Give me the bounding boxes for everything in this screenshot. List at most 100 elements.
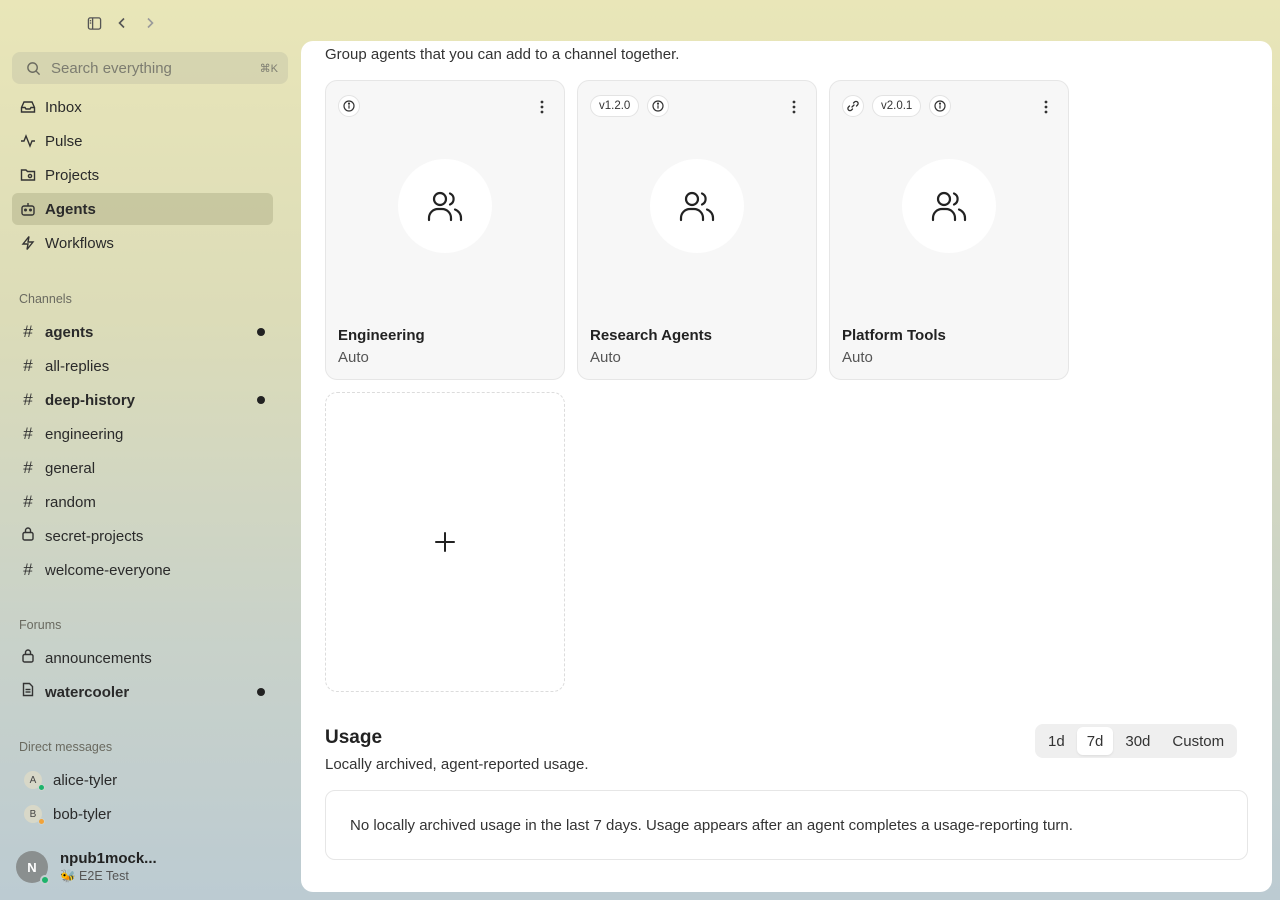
team-mode: Auto xyxy=(842,349,873,366)
current-user[interactable]: N npub1mock... 🐝 E2E Test xyxy=(16,850,157,885)
team-name: Platform Tools xyxy=(842,327,946,344)
inbox-icon xyxy=(20,99,36,115)
hash-icon: # xyxy=(23,492,33,511)
forum-item-watercooler[interactable]: watercooler xyxy=(12,675,273,709)
team-name: Engineering xyxy=(338,327,425,344)
channel-label: secret-projects xyxy=(45,527,144,545)
forum-label: announcements xyxy=(45,649,152,667)
card-badges xyxy=(338,95,360,117)
team-mode: Auto xyxy=(590,349,621,366)
channel-label: deep-history xyxy=(45,391,136,409)
more-vertical-icon[interactable] xyxy=(534,97,550,117)
nav-item-pulse[interactable]: Pulse xyxy=(12,125,273,157)
usage-empty-state: No locally archived usage in the last 7 … xyxy=(325,790,1248,860)
unread-dot xyxy=(257,328,265,336)
nav-item-inbox[interactable]: Inbox xyxy=(12,91,273,123)
bot-icon xyxy=(20,201,36,217)
usage-subtitle: Locally archived, agent-reported usage. xyxy=(325,756,589,773)
search-input[interactable]: Search everything ⌘K xyxy=(12,52,288,84)
dm-list: A alice-tyler B bob-tyler xyxy=(12,763,273,831)
more-vertical-icon[interactable] xyxy=(1038,97,1054,117)
channel-item-welcome-everyone[interactable]: # welcome-everyone xyxy=(12,553,273,587)
forum-item-announcements[interactable]: announcements xyxy=(12,641,273,675)
range-option-custom[interactable]: Custom xyxy=(1162,727,1234,755)
hash-icon: # xyxy=(23,560,33,579)
user-status: 🐝 E2E Test xyxy=(60,869,129,883)
range-option-30d[interactable]: 30d xyxy=(1115,727,1160,755)
usage-title: Usage xyxy=(325,727,383,748)
search-shortcut: ⌘K xyxy=(259,62,278,75)
info-icon[interactable] xyxy=(647,95,670,117)
dms-section-label: Direct messages xyxy=(19,740,113,754)
document-icon xyxy=(20,682,36,702)
card-badges: v1.2.0 xyxy=(590,95,670,117)
nav-item-agents[interactable]: Agents xyxy=(12,193,273,225)
forums-section-label: Forums xyxy=(19,618,62,632)
avatar-initial: N xyxy=(27,859,37,875)
forum-label: watercooler xyxy=(45,683,130,701)
team-card-platform-tools[interactable]: v2.0.1 Platform Tools Auto xyxy=(829,80,1069,380)
users-icon xyxy=(650,159,744,253)
hash-icon: # xyxy=(23,390,33,409)
hash-icon: # xyxy=(23,356,33,375)
team-name: Research Agents xyxy=(590,327,712,344)
search-placeholder: Search everything xyxy=(51,59,172,77)
range-option-7d[interactable]: 7d xyxy=(1076,727,1114,755)
channel-item-all-replies[interactable]: # all-replies xyxy=(12,349,273,383)
teams-description: Group agents that you can add to a chann… xyxy=(325,46,680,63)
lock-icon xyxy=(20,526,36,546)
online-status-dot xyxy=(40,875,50,885)
sidebar: Search everything ⌘K Inbox Pulse Project… xyxy=(0,0,300,900)
usage-range-selector: 1d 7d 30d Custom xyxy=(1035,724,1238,758)
online-status-dot xyxy=(38,784,45,791)
search-icon xyxy=(27,61,41,75)
channel-item-random[interactable]: # random xyxy=(12,485,273,519)
channel-label: general xyxy=(45,459,96,477)
users-icon xyxy=(902,159,996,253)
main-panel: Group agents that you can add to a chann… xyxy=(301,41,1272,892)
info-icon[interactable] xyxy=(338,95,360,117)
dm-label: bob-tyler xyxy=(53,805,112,823)
channel-item-deep-history[interactable]: # deep-history xyxy=(12,383,273,417)
dm-label: alice-tyler xyxy=(53,771,118,789)
channel-item-secret-projects[interactable]: secret-projects xyxy=(12,519,273,553)
dm-item-alice-tyler[interactable]: A alice-tyler xyxy=(12,763,273,797)
card-badges: v2.0.1 xyxy=(842,95,952,117)
more-vertical-icon[interactable] xyxy=(786,97,802,117)
dm-item-bob-tyler[interactable]: B bob-tyler xyxy=(12,797,273,831)
user-avatar: N xyxy=(16,851,50,885)
nav-item-label: Workflows xyxy=(45,234,114,252)
hash-icon: # xyxy=(23,424,33,443)
info-icon[interactable] xyxy=(929,95,952,117)
team-card-engineering[interactable]: Engineering Auto xyxy=(325,80,565,380)
usage-empty-message: No locally archived usage in the last 7 … xyxy=(350,816,1073,834)
nav-item-label: Agents xyxy=(45,200,96,218)
nav-item-label: Inbox xyxy=(45,98,82,116)
folder-icon xyxy=(20,167,36,183)
lock-icon xyxy=(20,648,36,668)
forum-list: announcements watercooler xyxy=(12,641,273,709)
nav-item-projects[interactable]: Projects xyxy=(12,159,273,191)
user-name: npub1mock... xyxy=(60,850,157,867)
link-icon[interactable] xyxy=(842,95,864,117)
plus-icon xyxy=(435,532,455,552)
channel-item-general[interactable]: # general xyxy=(12,451,273,485)
users-icon xyxy=(398,159,492,253)
channel-item-engineering[interactable]: # engineering xyxy=(12,417,273,451)
channels-section-label: Channels xyxy=(19,292,72,306)
nav-item-workflows[interactable]: Workflows xyxy=(12,227,273,259)
away-status-dot xyxy=(38,818,45,825)
team-mode: Auto xyxy=(338,349,369,366)
version-badge: v1.2.0 xyxy=(590,95,640,117)
channel-label: welcome-everyone xyxy=(45,561,171,579)
hash-icon: # xyxy=(23,322,33,341)
channel-label: agents xyxy=(45,323,94,341)
avatar-initial: B xyxy=(29,808,37,820)
channel-label: engineering xyxy=(45,425,124,443)
channel-label: random xyxy=(45,493,96,511)
team-card-research-agents[interactable]: v1.2.0 Research Agents Auto xyxy=(577,80,817,380)
activity-icon xyxy=(20,133,36,149)
range-option-1d[interactable]: 1d xyxy=(1038,727,1075,755)
add-team-button[interactable] xyxy=(325,392,565,692)
channel-item-agents[interactable]: # agents xyxy=(12,315,273,349)
